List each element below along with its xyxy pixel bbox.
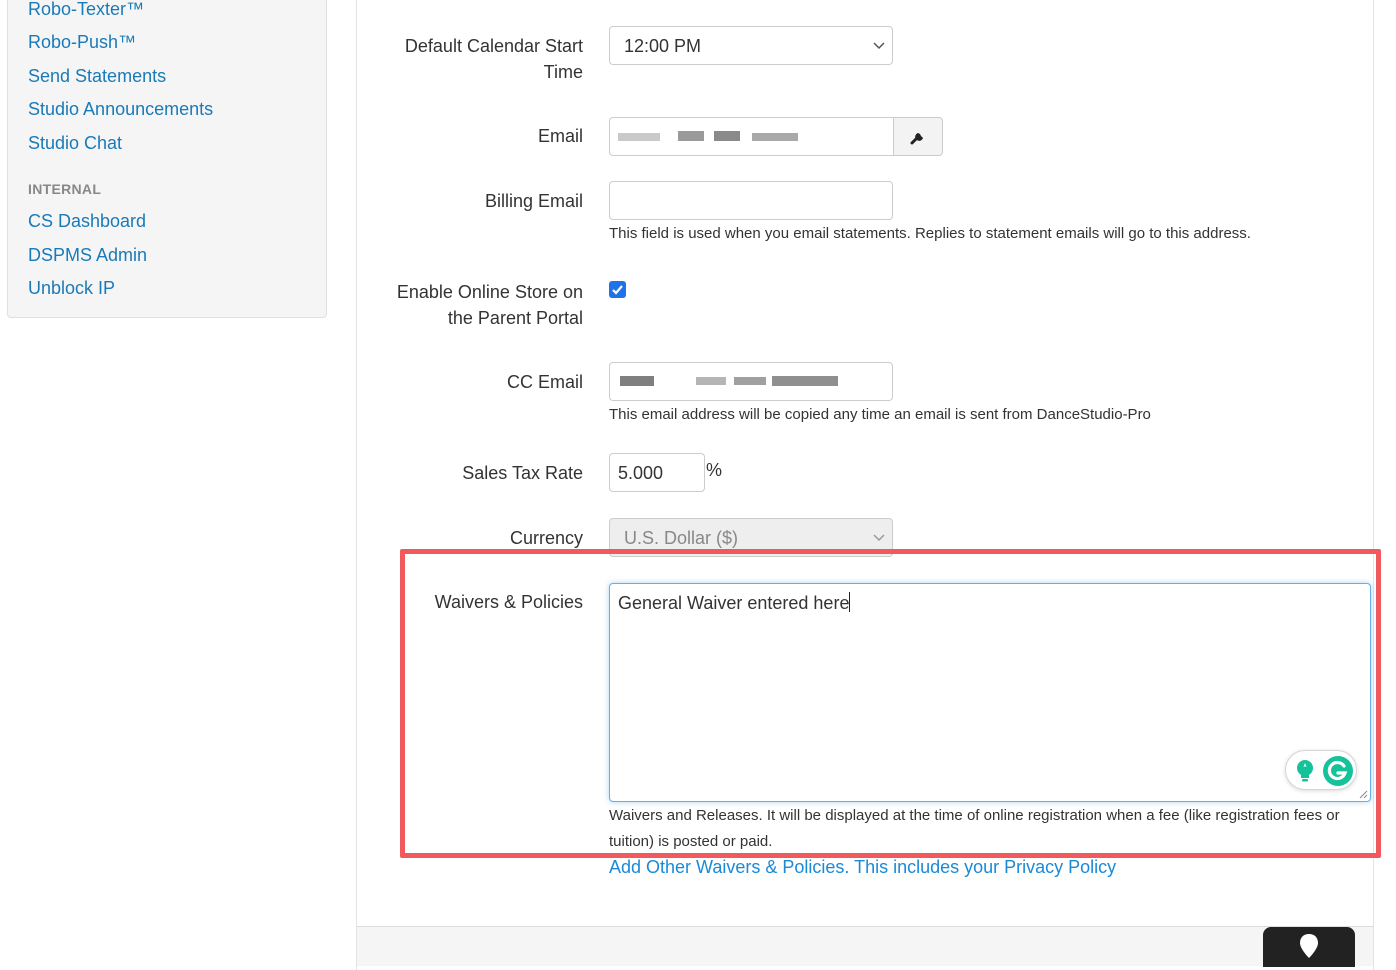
cc-email-label: CC Email (506, 372, 583, 392)
billing-email-label: Billing Email (484, 191, 583, 211)
calendar-start-value: 12:00 PM (624, 36, 702, 56)
redacted-text (620, 376, 654, 386)
sales-tax-input[interactable]: 5.000 (609, 453, 705, 492)
percent-suffix: % (706, 460, 723, 480)
sidebar-item-cs-dashboard[interactable]: CS Dashboard (28, 211, 146, 232)
redacted-text (696, 377, 726, 385)
edit-email-button[interactable] (893, 117, 943, 156)
sidebar-item-robo-push[interactable]: Robo-Push™ (28, 32, 136, 53)
chevron-down-icon (873, 534, 885, 542)
panel-footer (356, 926, 1374, 966)
waivers-help: Waivers and Releases. It will be display… (609, 807, 1340, 850)
redacted-text (618, 133, 660, 141)
sidebar-item-dspms-admin[interactable]: DSPMS Admin (28, 245, 147, 266)
cc-email-input[interactable] (609, 362, 893, 401)
add-other-waivers-link[interactable]: Add Other Waivers & Policies. This inclu… (609, 857, 1116, 878)
email-label: Email (537, 126, 583, 146)
online-store-label: Enable Online Store on the Parent Portal (396, 282, 583, 328)
billing-email-input[interactable] (609, 181, 893, 220)
lightbulb-icon[interactable] (1294, 759, 1316, 783)
sidebar-item-robo-texter[interactable]: Robo-Texter™ (28, 0, 144, 20)
calendar-start-select[interactable]: 12:00 PM (609, 26, 893, 65)
cc-email-help: This email address will be copied any ti… (609, 406, 1151, 423)
help-launcher[interactable] (1263, 927, 1355, 967)
currency-label: Currency (509, 528, 583, 548)
chevron-down-icon (873, 42, 885, 50)
grammarly-widget[interactable] (1285, 750, 1357, 790)
location-pin-icon (1300, 934, 1318, 958)
currency-select[interactable]: U.S. Dollar ($) (609, 518, 893, 557)
sidebar-section-internal: INTERNAL (28, 181, 102, 197)
sidebar-item-send-statements[interactable]: Send Statements (28, 66, 166, 87)
sidebar-item-studio-chat[interactable]: Studio Chat (28, 133, 122, 154)
resize-handle-icon[interactable] (1358, 789, 1368, 799)
waivers-text: General Waiver entered here (618, 593, 850, 613)
grammarly-logo-icon[interactable] (1322, 755, 1354, 787)
sidebar: Robo-Texter™ Robo-Push™ Send Statements … (7, 0, 327, 318)
currency-value: U.S. Dollar ($) (624, 528, 739, 548)
text-caret (849, 592, 851, 612)
billing-email-help: This field is used when you email statem… (609, 225, 1251, 242)
email-input[interactable] (609, 117, 894, 156)
sidebar-item-unblock-ip[interactable]: Unblock IP (28, 278, 115, 299)
redacted-text (714, 131, 740, 141)
calendar-start-label: Default Calendar Start Time (404, 36, 583, 82)
online-store-checkbox[interactable] (609, 281, 626, 298)
waivers-label: Waivers & Policies (434, 592, 583, 612)
checkmark-icon (612, 285, 623, 295)
wrench-icon (910, 132, 923, 144)
redacted-text (678, 131, 704, 141)
sales-tax-label: Sales Tax Rate (462, 463, 583, 483)
redacted-text (752, 133, 798, 141)
waivers-textarea[interactable]: General Waiver entered here (609, 583, 1371, 802)
redacted-text (734, 377, 766, 385)
sidebar-item-studio-announcements[interactable]: Studio Announcements (28, 99, 213, 120)
redacted-text (772, 376, 838, 386)
